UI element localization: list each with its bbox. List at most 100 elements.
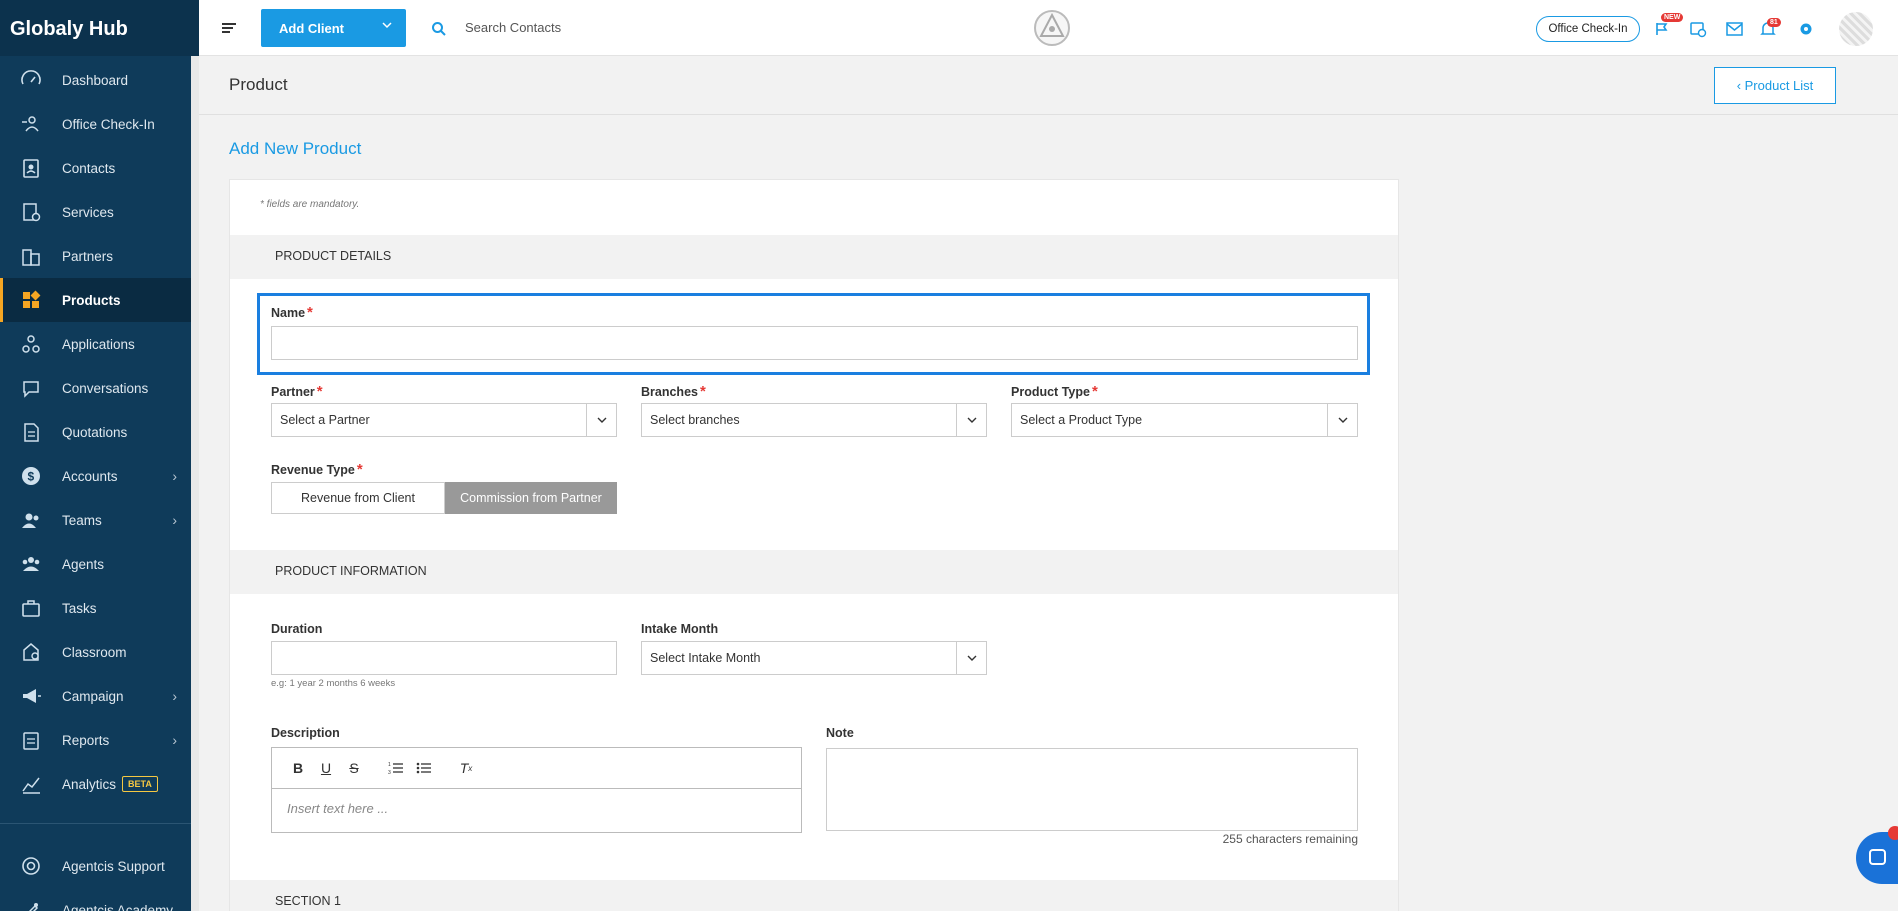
sidebar-item-tasks[interactable]: Tasks (0, 586, 191, 630)
sidebar-item-label: Classroom (62, 644, 127, 660)
sidebar-item-classroom[interactable]: Classroom (0, 630, 191, 674)
sidebar-item-products[interactable]: Products (0, 278, 191, 322)
chevron-right-icon: › (172, 512, 177, 528)
top-bar: Add Client Office Check-In NEW 81 (199, 0, 1898, 56)
sidebar-item-partners[interactable]: Partners (0, 234, 191, 278)
sidebar-item-label: Teams (62, 512, 102, 528)
revenue-from-client-toggle[interactable]: Revenue from Client (271, 482, 445, 514)
sidebar-item-reports[interactable]: Reports › (0, 718, 191, 762)
sidebar-item-label: Services (62, 204, 114, 220)
partner-select[interactable]: Select a Partner (271, 403, 617, 437)
sidebar-item-conversations[interactable]: Conversations (0, 366, 191, 410)
services-icon (0, 201, 62, 223)
clear-format-icon[interactable]: Tx (452, 754, 480, 782)
office-checkin-button[interactable]: Office Check-In (1536, 16, 1640, 42)
sidebar-item-analytics[interactable]: Analytics BETA (0, 762, 191, 806)
bold-icon[interactable]: B (284, 754, 312, 782)
chevron-down-icon[interactable] (382, 20, 392, 30)
sidebar-item-agents[interactable]: Agents (0, 542, 191, 586)
product-type-select[interactable]: Select a Product Type (1011, 403, 1358, 437)
sidebar-item-label: Campaign (62, 688, 124, 704)
products-icon (0, 289, 62, 311)
note-textarea[interactable] (826, 748, 1358, 831)
notification-bell-icon[interactable]: 81 (1757, 18, 1781, 40)
campaign-icon (0, 685, 62, 707)
sidebar-item-label: Contacts (62, 160, 116, 176)
flag-icon[interactable]: NEW (1651, 13, 1684, 40)
add-client-button[interactable]: Add Client (261, 9, 406, 47)
chevron-right-icon: › (172, 688, 177, 704)
sidebar-item-accounts[interactable]: $ Accounts › (0, 454, 191, 498)
partner-label: Partner * (271, 383, 323, 400)
sidebar-item-label: Dashboard (62, 72, 129, 88)
branches-label: Branches * (641, 383, 706, 400)
sidebar-item-label: Agents (62, 556, 105, 572)
product-list-button[interactable]: ‹ Product List (1714, 67, 1836, 104)
chat-icon (1869, 849, 1886, 865)
svg-text:$: $ (28, 470, 35, 484)
branches-select-value: Select branches (650, 413, 740, 427)
sidebar-item-office-check-in[interactable]: Office Check-In (0, 102, 191, 146)
commission-from-partner-toggle[interactable]: Commission from Partner (445, 482, 617, 514)
sidebar-item-label: Applications (62, 336, 135, 352)
new-badge: NEW (1661, 13, 1684, 22)
ordered-list-icon[interactable]: 13 (382, 754, 410, 782)
sidebar-item-label: Quotations (62, 424, 128, 440)
partners-icon (0, 245, 62, 267)
intake-month-select-value: Select Intake Month (650, 651, 761, 665)
conversations-icon (0, 377, 62, 399)
description-text-area[interactable]: Insert text here ... (272, 789, 801, 828)
sidebar-item-label: Partners (62, 248, 114, 264)
contacts-icon (0, 157, 62, 179)
user-avatar[interactable] (1839, 12, 1873, 46)
search-contacts-input[interactable] (465, 16, 665, 38)
sidebar-item-applications[interactable]: Applications (0, 322, 191, 366)
applications-icon (0, 333, 62, 355)
beta-badge: BETA (122, 776, 158, 792)
sidebar-item-campaign[interactable]: Campaign › (0, 674, 191, 718)
quotations-icon (0, 421, 62, 443)
bullet-list-icon[interactable] (410, 754, 438, 782)
gear-icon[interactable] (1795, 18, 1817, 40)
calendar-check-icon[interactable] (1687, 18, 1709, 40)
duration-hint: e.g: 1 year 2 months 6 weeks (271, 678, 396, 689)
teams-icon (0, 509, 62, 531)
sidebar: Globaly Hub Dashboard Office Check-In Cont… (0, 0, 199, 911)
branches-select[interactable]: Select branches (641, 403, 987, 437)
chat-widget-button[interactable] (1856, 832, 1898, 884)
sidebar-item-teams[interactable]: Teams › (0, 498, 191, 542)
svg-text:3: 3 (388, 770, 391, 775)
sidebar-item-label: Analytics (62, 776, 117, 792)
sidebar-item-dashboard[interactable]: Dashboard (0, 58, 191, 102)
sidebar-scrollbar[interactable] (191, 56, 199, 911)
section-1-header: SECTION 1 (230, 880, 1398, 911)
sidebar-item-agentcis-support[interactable]: Agentcis Support (0, 844, 191, 888)
intake-month-select[interactable]: Select Intake Month (641, 641, 987, 675)
support-icon (0, 855, 62, 877)
sidebar-item-services[interactable]: Services (0, 190, 191, 234)
sidebar-bottom-nav: Agentcis Support Agentcis Academy (0, 842, 191, 911)
underline-icon[interactable]: U (312, 754, 340, 782)
strikethrough-icon[interactable]: S (340, 754, 368, 782)
product-type-select-value: Select a Product Type (1020, 413, 1143, 427)
chevron-down-icon (956, 642, 986, 674)
description-editor: B U S 13 Tx Insert text here ... (271, 747, 802, 833)
add-new-product-heading: Add New Product (229, 139, 362, 158)
classroom-icon (0, 641, 62, 663)
editor-toolbar: B U S 13 Tx (272, 748, 801, 789)
chevron-down-icon (586, 404, 616, 436)
characters-remaining: 255 characters remaining (1222, 832, 1358, 846)
sidebar-item-agentcis-academy[interactable]: Agentcis Academy (0, 888, 191, 911)
sidebar-item-contacts[interactable]: Contacts (0, 146, 191, 190)
sidebar-item-label: Accounts (62, 468, 118, 484)
dashboard-icon (0, 69, 62, 91)
duration-input[interactable] (271, 641, 617, 675)
sidebar-item-label: Conversations (62, 380, 149, 396)
sidebar-item-quotations[interactable]: Quotations (0, 410, 191, 454)
accounts-icon: $ (0, 465, 62, 487)
chevron-down-icon (956, 404, 986, 436)
name-input[interactable] (271, 326, 1358, 360)
mail-icon[interactable] (1723, 18, 1745, 40)
name-label: Name * (271, 304, 313, 321)
hamburger-menu-icon[interactable] (221, 20, 239, 36)
